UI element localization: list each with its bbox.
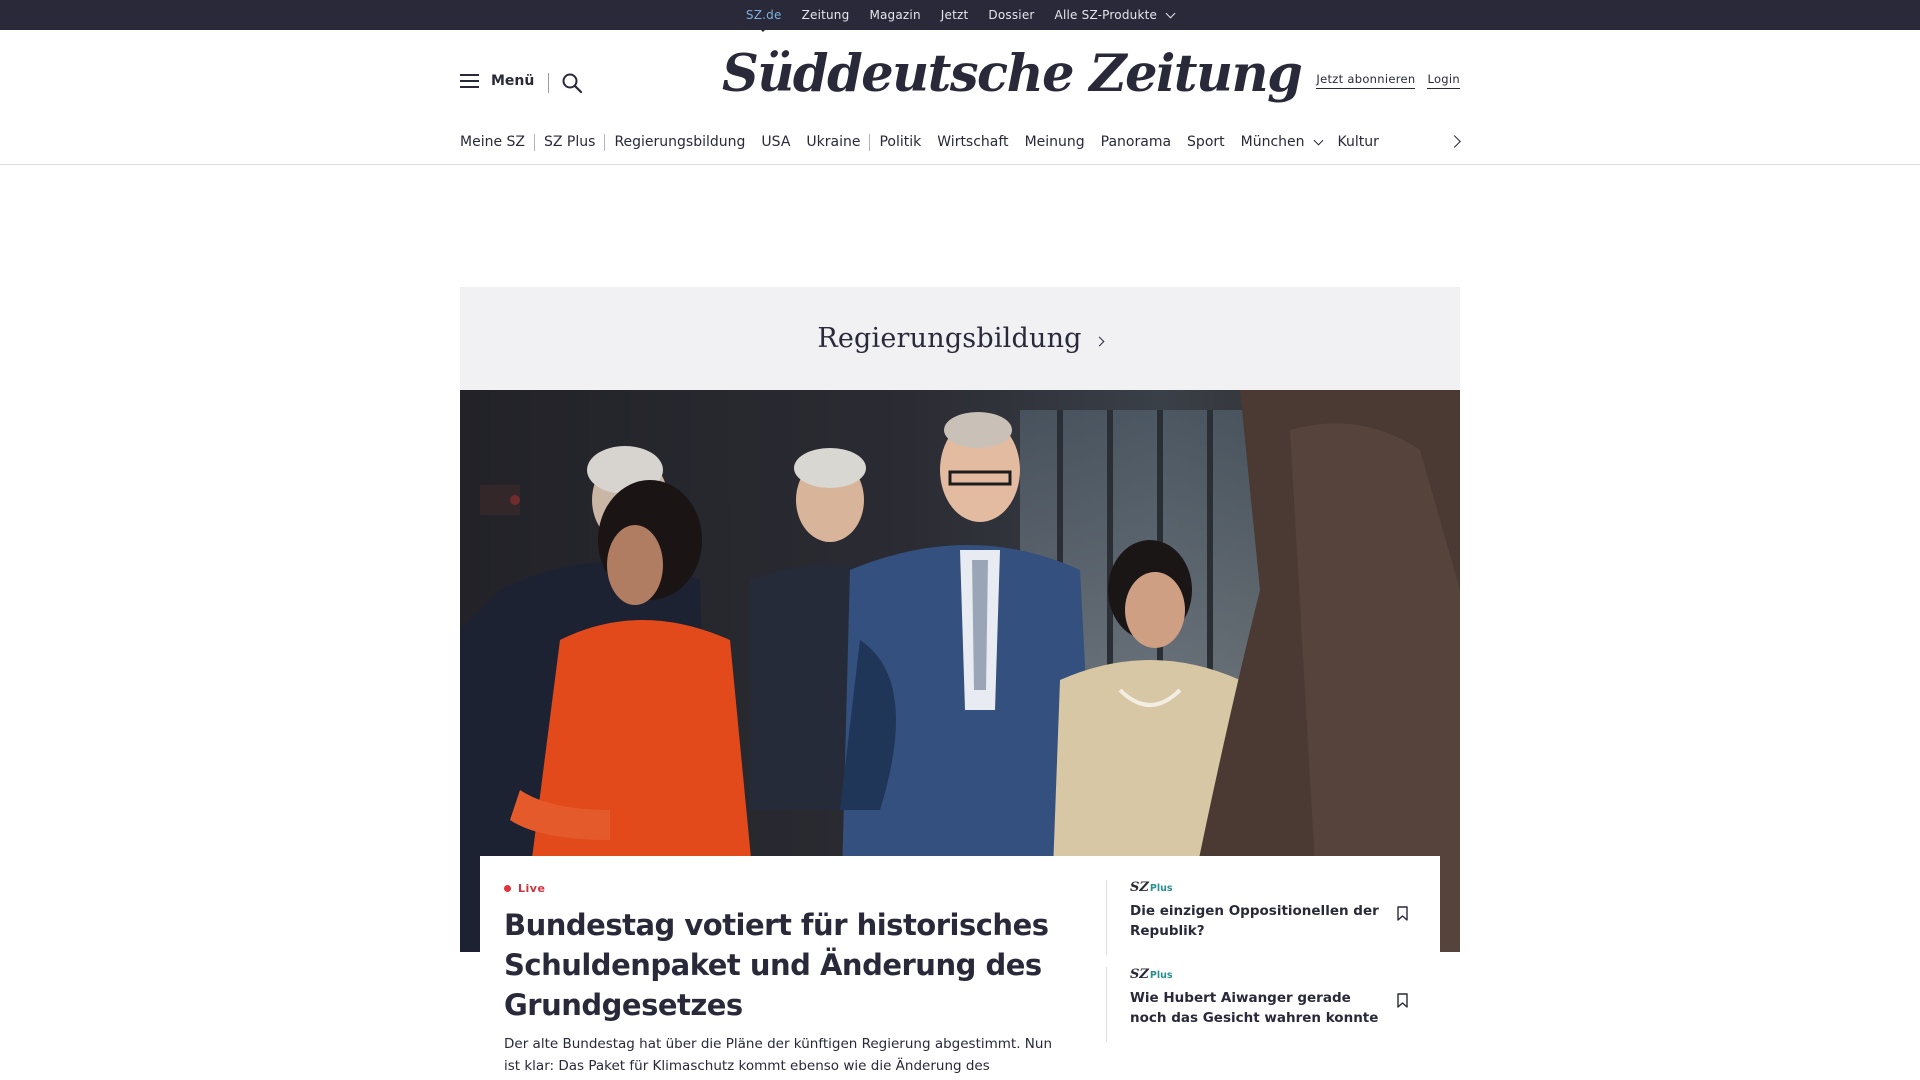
live-label: Live <box>518 882 546 895</box>
nav-item-muenchen-label: München <box>1240 134 1305 150</box>
nav-item-usa[interactable]: USA <box>761 134 790 150</box>
side-article-title[interactable]: Wie Hubert Aiwanger gerade noch das Gesi… <box>1130 988 1380 1028</box>
nav-divider <box>869 133 871 151</box>
menu-button[interactable]: Menü <box>460 73 534 89</box>
lead-teaser: Der alte Bundestag hat über die Pläne de… <box>504 1036 1053 1074</box>
topic-title: Regierungsbildung <box>817 323 1082 354</box>
live-badge: Live <box>504 882 1064 895</box>
nav-item-meine-sz[interactable]: Meine SZ <box>460 134 525 150</box>
search-icon[interactable] <box>561 72 583 94</box>
nav-item-sport[interactable]: Sport <box>1187 134 1225 150</box>
subscribe-link[interactable]: Jetzt abonnieren <box>1316 72 1416 89</box>
sz-plus-brand: SZ <box>1130 967 1149 982</box>
product-link-sz-de[interactable]: SZ.de <box>746 8 782 22</box>
side-article-title[interactable]: Die einzigen Oppositionellen der Republi… <box>1130 901 1380 941</box>
ressort-nav: Meine SZ SZ Plus Regierungsbildung USA U… <box>460 130 1460 154</box>
nav-item-regierungsbildung[interactable]: Regierungsbildung <box>614 134 745 150</box>
nav-item-sz-plus[interactable]: SZ Plus <box>544 134 595 150</box>
product-link-jetzt[interactable]: Jetzt <box>941 8 969 22</box>
product-bar: SZ.de Zeitung Magazin Jetzt Dossier Alle… <box>0 0 1920 32</box>
sz-plus-badge: SZ Plus <box>1130 880 1420 895</box>
bookmark-icon[interactable] <box>1397 906 1408 921</box>
chevron-right-icon <box>1094 336 1105 347</box>
product-link-zeitung[interactable]: Zeitung <box>802 8 850 22</box>
chevron-down-icon <box>1165 8 1176 18</box>
product-link-dossier[interactable]: Dossier <box>988 8 1034 22</box>
nav-item-politik[interactable]: Politik <box>879 134 921 150</box>
all-products-dropdown[interactable]: Alle SZ-Produkte <box>1054 8 1176 22</box>
nav-divider <box>604 133 606 151</box>
topic-banner[interactable]: Regierungsbildung <box>460 287 1460 390</box>
site-header: Menü Süddeutsche Zeitung Jetzt abonniere… <box>0 30 1920 165</box>
menu-label: Menü <box>491 73 535 89</box>
lead-article-card: Live Bundestag votiert für historisches … <box>480 856 1440 1080</box>
sz-plus-badge: SZ Plus <box>1130 967 1420 982</box>
chevron-down-icon <box>1313 135 1323 145</box>
side-article[interactable]: SZ Plus Wie Hubert Aiwanger gerade noch d… <box>1106 967 1420 1042</box>
sz-plus-suffix: Plus <box>1149 883 1173 894</box>
nav-item-muenchen[interactable]: München <box>1240 134 1323 150</box>
side-article[interactable]: SZ Plus Die einzigen Oppositionellen der … <box>1106 880 1420 955</box>
side-divider <box>1106 880 1107 955</box>
live-dot-icon <box>504 885 511 892</box>
header-divider <box>548 73 549 93</box>
nav-item-kultur[interactable]: Kultur <box>1338 134 1379 150</box>
bookmark-icon[interactable] <box>1397 993 1408 1008</box>
product-link-magazin[interactable]: Magazin <box>869 8 920 22</box>
all-products-label: Alle SZ-Produkte <box>1054 8 1158 22</box>
nav-item-wirtschaft[interactable]: Wirtschaft <box>937 134 1008 150</box>
side-divider <box>1106 967 1107 1042</box>
nav-item-meinung[interactable]: Meinung <box>1025 134 1085 150</box>
hamburger-icon <box>460 74 479 88</box>
nav-item-ukraine[interactable]: Ukraine <box>806 134 860 150</box>
lead-headline[interactable]: Bundestag votiert für historisches Schul… <box>504 905 1064 1025</box>
site-logo[interactable]: Süddeutsche Zeitung <box>722 44 1303 104</box>
lead-article[interactable]: Live Bundestag votiert für historisches … <box>504 882 1064 1080</box>
nav-divider <box>534 133 535 151</box>
sz-plus-suffix: Plus <box>1149 970 1173 981</box>
login-link[interactable]: Login <box>1427 72 1460 89</box>
nav-item-panorama[interactable]: Panorama <box>1101 134 1171 150</box>
sz-plus-brand: SZ <box>1130 880 1149 895</box>
